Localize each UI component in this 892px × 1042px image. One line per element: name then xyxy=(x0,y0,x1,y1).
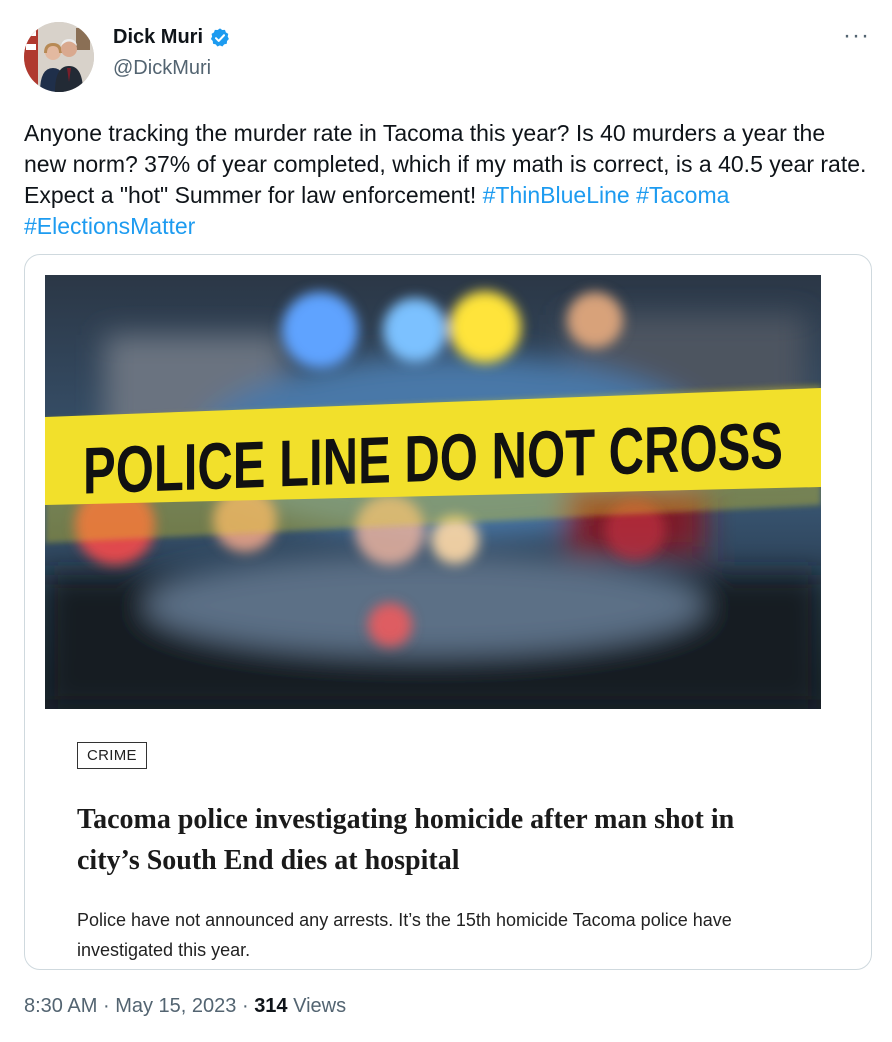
link-preview-card[interactable]: POLICE LINE DO NOT CROSS CRIME Tacoma po… xyxy=(24,254,872,970)
police-tape-scene-image: POLICE LINE DO NOT CROSS xyxy=(45,275,821,709)
article-preview[interactable]: CRIME Tacoma police investigating homici… xyxy=(45,709,821,969)
article-summary: Police have not announced any arrests. I… xyxy=(77,910,732,960)
tweet-meta: 8:30 AM · May 15, 2023 · 314 Views xyxy=(24,995,346,1018)
author-name[interactable]: Dick Muri xyxy=(113,26,203,49)
tweet-body: Anyone tracking the murder rate in Tacom… xyxy=(24,120,867,208)
profile-photo-icon xyxy=(24,22,94,92)
category-tag: CRIME xyxy=(77,742,147,769)
author-name-row: Dick Muri xyxy=(113,26,231,49)
tweet-date[interactable]: May 15, 2023 xyxy=(115,995,236,1017)
views-count[interactable]: 314 xyxy=(254,995,287,1017)
more-options-icon[interactable]: ··· xyxy=(843,24,870,48)
tweet-text: Anyone tracking the murder rate in Tacom… xyxy=(24,118,869,242)
meta-separator: · xyxy=(241,995,249,1017)
author-handle[interactable]: @DickMuri xyxy=(113,57,211,80)
tweet-time[interactable]: 8:30 AM xyxy=(24,995,97,1017)
meta-separator: · xyxy=(102,995,110,1017)
views-label: Views xyxy=(293,995,347,1017)
article-headline[interactable]: Tacoma police investigating homicide aft… xyxy=(77,799,787,881)
hashtag-link[interactable]: #ElectionsMatter xyxy=(24,213,195,239)
article-image[interactable]: POLICE LINE DO NOT CROSS xyxy=(45,275,821,709)
author-avatar[interactable] xyxy=(24,22,94,92)
hashtag-link[interactable]: #Tacoma xyxy=(636,182,729,208)
hashtag-link[interactable]: #ThinBlueLine xyxy=(483,182,630,208)
verified-badge-icon xyxy=(210,27,229,47)
